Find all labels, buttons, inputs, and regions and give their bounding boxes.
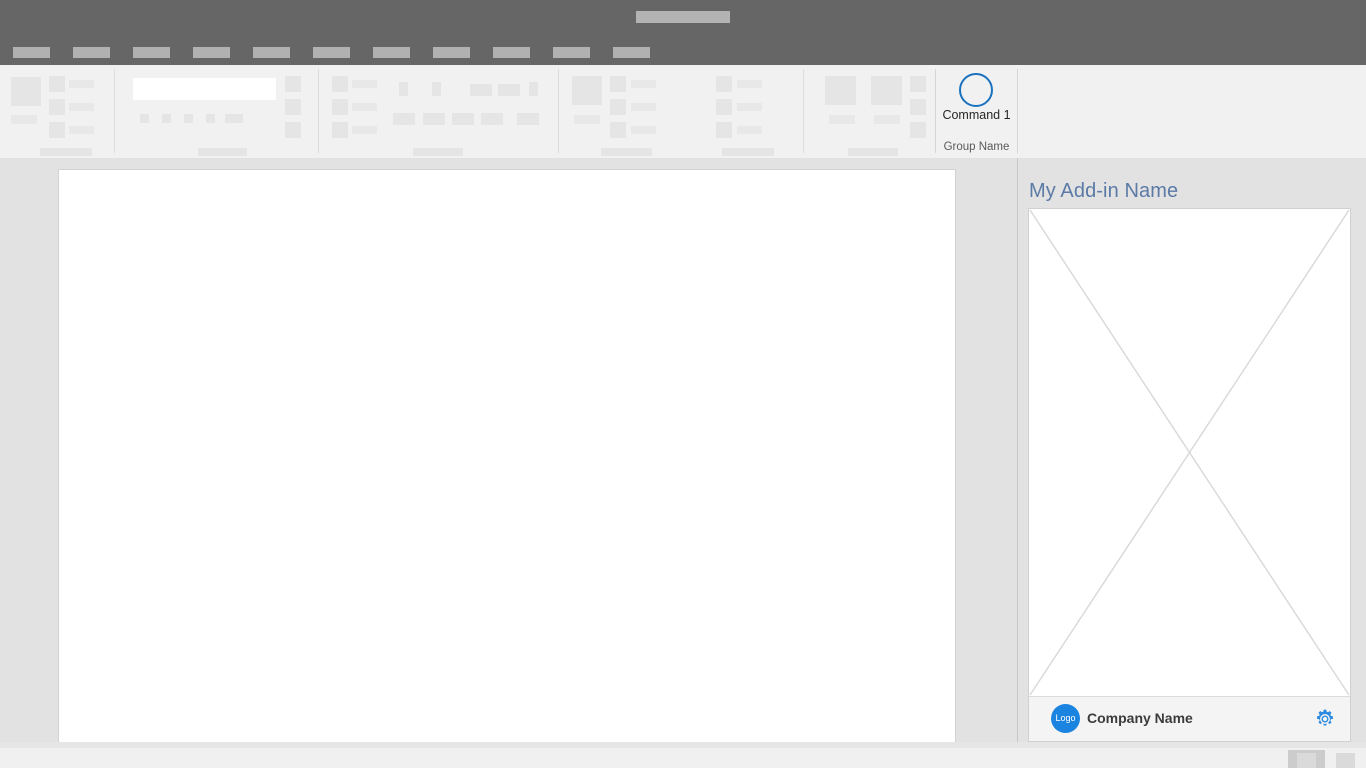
title-bar: [0, 0, 1366, 40]
ribbon-divider-4: [803, 69, 804, 153]
ribbon-small-button-16[interactable]: [910, 76, 926, 92]
ribbon-small-button-15[interactable]: [716, 122, 732, 138]
addin-task-pane: My Add-in Name Logo Company Name: [1018, 158, 1366, 742]
ribbon-group-label-6: [848, 148, 898, 156]
ribbon-tab-2[interactable]: [73, 47, 110, 58]
ribbon-search-input[interactable]: [133, 78, 276, 100]
ribbon-chip-5[interactable]: [225, 114, 243, 123]
ribbon-format-button-3[interactable]: [470, 84, 492, 96]
addin-iframe: Logo Company Name: [1028, 208, 1351, 742]
view-button-1-glyph: [1297, 753, 1316, 768]
ribbon-format-button-2[interactable]: [432, 82, 441, 96]
ribbon-small-button-1[interactable]: [49, 76, 65, 92]
ribbon-tab-8[interactable]: [433, 47, 470, 58]
ribbon-group-name-label: Group Name: [935, 141, 1018, 153]
ribbon-small-button-18[interactable]: [910, 122, 926, 138]
ribbon-group-label-5: [722, 148, 774, 156]
ribbon-tab-strip: [0, 40, 1366, 65]
status-bar-surface: [0, 748, 1366, 768]
ribbon-label-6: [352, 103, 377, 111]
ribbon-group-label-2: [198, 148, 247, 156]
ribbon-chip-4[interactable]: [206, 114, 215, 123]
ribbon-label-3: [69, 103, 94, 111]
ribbon-divider-3: [558, 69, 559, 153]
ribbon-align-button-2[interactable]: [423, 113, 445, 125]
ribbon-tab-9[interactable]: [493, 47, 530, 58]
ribbon-small-button-2[interactable]: [49, 99, 65, 115]
ribbon-label-14: [737, 126, 762, 134]
ribbon-tab-6[interactable]: [313, 47, 350, 58]
ribbon-label-13: [737, 103, 762, 111]
ribbon-align-button-4[interactable]: [481, 113, 503, 125]
ribbon-group-label-3: [413, 148, 463, 156]
ribbon-label-1: [11, 115, 37, 124]
ribbon-small-button-7[interactable]: [332, 76, 348, 92]
ribbon-large-button-3[interactable]: [825, 76, 856, 105]
ribbon-label-15: [829, 115, 855, 124]
ribbon-label-7: [352, 126, 377, 134]
ribbon-align-button-5[interactable]: [517, 113, 539, 125]
ribbon-align-button-3[interactable]: [452, 113, 474, 125]
view-button-2[interactable]: [1336, 753, 1355, 768]
image-placeholder-x-icon: [1029, 209, 1350, 696]
settings-button[interactable]: [1314, 708, 1336, 730]
ribbon-large-button-1[interactable]: [11, 77, 41, 106]
ribbon-label-5: [352, 80, 377, 88]
addin-title: My Add-in Name: [1029, 180, 1178, 203]
ribbon-format-button-5[interactable]: [529, 82, 538, 96]
ribbon-chip-2[interactable]: [162, 114, 171, 123]
office-app-window: Command 1 Group Name My Add-in Name Logo…: [0, 0, 1366, 768]
ribbon-align-button-1[interactable]: [393, 113, 415, 125]
ribbon-tab-4[interactable]: [193, 47, 230, 58]
ribbon-small-button-11[interactable]: [610, 99, 626, 115]
ribbon-small-button-12[interactable]: [610, 122, 626, 138]
ribbon-tab-10[interactable]: [553, 47, 590, 58]
circle-icon: [959, 73, 993, 107]
ribbon-small-button-8[interactable]: [332, 99, 348, 115]
ribbon-large-button-2[interactable]: [572, 76, 602, 105]
addin-command-button[interactable]: Command 1: [935, 108, 1018, 122]
ribbon-divider-2: [318, 69, 319, 153]
ribbon-label-9: [631, 80, 656, 88]
ribbon-label-8: [574, 115, 600, 124]
ribbon-chip-1[interactable]: [140, 114, 149, 123]
ribbon-label-4: [69, 126, 94, 134]
ribbon-tab-1[interactable]: [13, 47, 50, 58]
ribbon-small-button-17[interactable]: [910, 99, 926, 115]
ribbon-group-label-1: [40, 148, 92, 156]
ribbon-label-16: [874, 115, 900, 124]
ribbon-small-button-3[interactable]: [49, 122, 65, 138]
title-bar-title-placeholder: [636, 11, 730, 23]
ribbon-addin-command-group: Command 1 Group Name: [935, 65, 1018, 158]
addin-content-area: [1029, 209, 1350, 696]
ribbon-tab-3[interactable]: [133, 47, 170, 58]
ribbon-small-button-14[interactable]: [716, 99, 732, 115]
ribbon-label-11: [631, 126, 656, 134]
ribbon: Command 1 Group Name: [0, 65, 1366, 159]
ribbon-small-button-4[interactable]: [285, 76, 301, 92]
company-name-label: Company Name: [1087, 710, 1193, 726]
document-page[interactable]: [58, 169, 956, 751]
gear-icon: [1314, 708, 1336, 730]
ribbon-small-button-10[interactable]: [610, 76, 626, 92]
ribbon-format-button-4[interactable]: [498, 84, 520, 96]
ribbon-label-10: [631, 103, 656, 111]
ribbon-tab-11[interactable]: [613, 47, 650, 58]
ribbon-tab-5[interactable]: [253, 47, 290, 58]
ribbon-chip-3[interactable]: [184, 114, 193, 123]
addin-footer: Logo Company Name: [1029, 696, 1350, 741]
ribbon-group-label-4: [601, 148, 652, 156]
ribbon-format-button-1[interactable]: [399, 82, 408, 96]
ribbon-label-2: [69, 80, 94, 88]
ribbon-divider-1: [114, 69, 115, 153]
ribbon-small-button-9[interactable]: [332, 122, 348, 138]
ribbon-tab-7[interactable]: [373, 47, 410, 58]
ribbon-small-button-13[interactable]: [716, 76, 732, 92]
ribbon-label-12: [737, 80, 762, 88]
ribbon-small-button-5[interactable]: [285, 99, 301, 115]
ribbon-large-button-4[interactable]: [871, 76, 902, 105]
company-logo: Logo: [1051, 704, 1080, 733]
ribbon-small-button-6[interactable]: [285, 122, 301, 138]
status-bar: [0, 742, 1366, 768]
